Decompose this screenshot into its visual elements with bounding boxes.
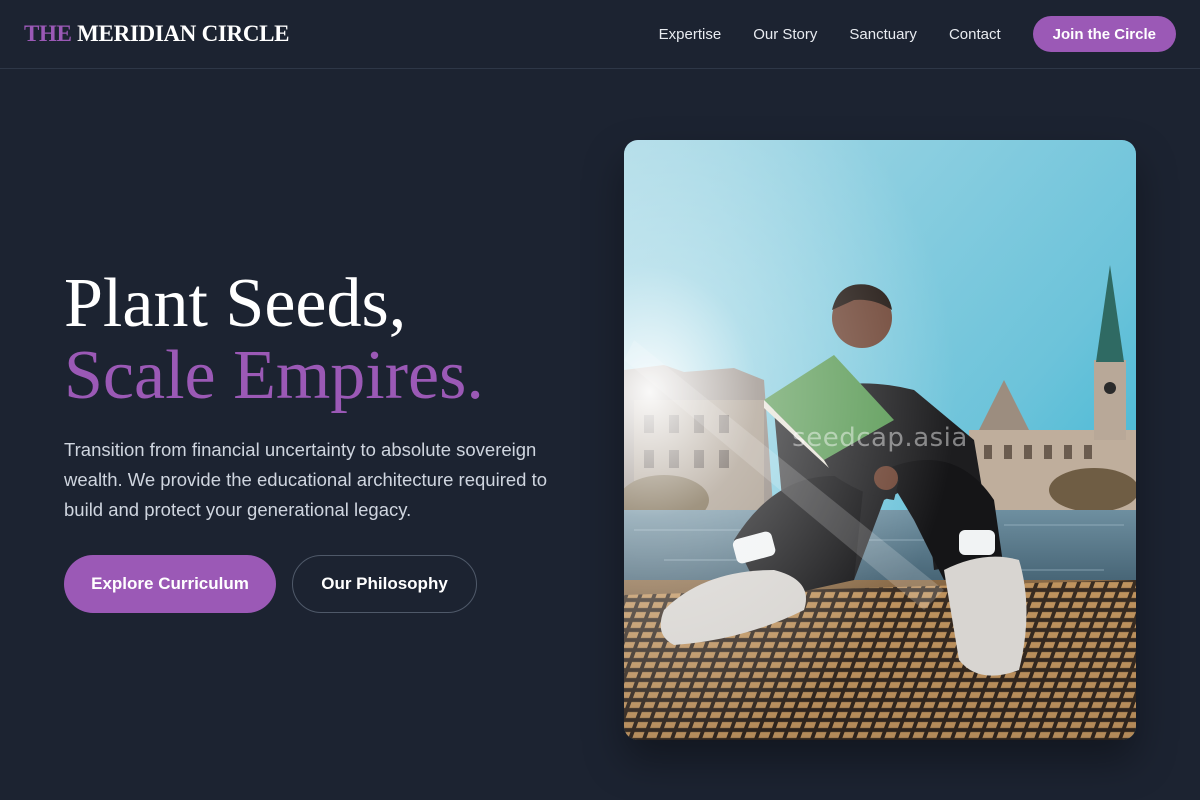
nav-link-our-story[interactable]: Our Story [753,26,817,43]
photo-watermark: seedcap.asia [792,423,968,453]
logo-accent-text: THE [24,21,72,46]
logo-main-text: MERIDIAN CIRCLE [77,21,290,46]
main-nav: Expertise Our Story Sanctuary Contact Jo… [659,0,1176,68]
hero-title-line2: Scale Empires. [64,337,484,414]
nav-link-expertise[interactable]: Expertise [659,26,722,43]
explore-curriculum-button[interactable]: Explore Curriculum [64,555,276,613]
hero-button-row: Explore Curriculum Our Philosophy [64,555,477,613]
hero-title-line1: Plant Seeds, [64,265,407,342]
nav-link-sanctuary[interactable]: Sanctuary [849,26,917,43]
our-philosophy-button[interactable]: Our Philosophy [292,555,477,613]
hero-title: Plant Seeds, Scale Empires. [64,268,484,412]
site-logo[interactable]: THE MERIDIAN CIRCLE [24,21,290,47]
nav-link-contact[interactable]: Contact [949,26,1001,43]
site-header: THE MERIDIAN CIRCLE Expertise Our Story … [0,0,1200,69]
join-circle-button[interactable]: Join the Circle [1032,16,1176,52]
hero-description: Transition from financial uncertainty to… [64,439,547,520]
hero-photo: seedcap.asia [624,140,1136,740]
